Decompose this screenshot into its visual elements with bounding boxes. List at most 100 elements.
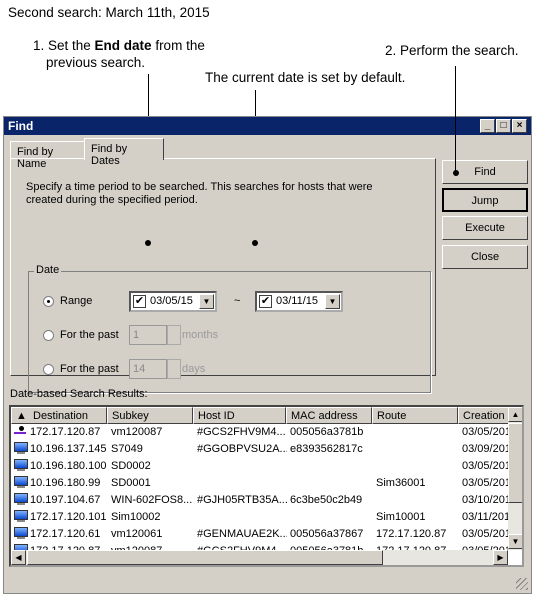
jump-button[interactable]: Jump	[442, 188, 528, 212]
table-row[interactable]: 172.17.120.101 Sim10002 Sim10001 03/11/201	[11, 509, 511, 526]
description: Specify a time period to be searched. Th…	[26, 181, 373, 206]
table-cell: #GGOBPVSU2A...	[197, 443, 287, 455]
column-header[interactable]: Route	[372, 407, 458, 424]
computer-icon	[14, 527, 29, 540]
computer-icon	[14, 459, 29, 472]
table-row[interactable]: 10.197.104.67 WIN-602FOS8... #GJH05RTB35A.…	[11, 492, 511, 509]
column-header[interactable]: MAC address	[286, 407, 372, 424]
table-cell: S7049	[111, 443, 143, 455]
horizontal-scroll-thumb[interactable]	[27, 550, 383, 565]
table-row[interactable]: 10.196.137.145 S7049 #GGOBPVSU2A... e839356…	[11, 441, 511, 458]
title-bar: Find _ □ ×	[4, 117, 531, 135]
vertical-scroll-thumb[interactable]	[508, 423, 522, 503]
table-cell: 172.17.120.87	[30, 426, 101, 438]
table-cell: 03/11/201	[462, 511, 508, 523]
table-cell: 10.196.180.100	[30, 460, 107, 472]
step1-annotation: 1. Set the End date from the	[33, 38, 205, 53]
end-date-picker[interactable]: ✔ 03/11/15 ▼	[255, 291, 343, 312]
table-cell: 10.197.104.67	[30, 494, 101, 506]
start-date-picker[interactable]: ✔ 03/05/15 ▼	[129, 291, 217, 312]
months-unit: months	[182, 329, 219, 341]
table-cell: 03/10/201	[462, 494, 508, 506]
range-label: Range	[60, 295, 93, 307]
resize-grip[interactable]	[516, 578, 528, 590]
end-date-checkbox[interactable]: ✔	[259, 295, 272, 308]
computer-icon	[14, 442, 29, 455]
table-cell: 03/05/201	[462, 528, 508, 540]
table-cell: 03/05/201	[462, 426, 508, 438]
find-label: Find	[474, 166, 496, 178]
callout-dot	[252, 240, 258, 246]
close-window-button[interactable]: ×	[512, 119, 527, 133]
table-cell: 03/05/201	[462, 460, 508, 472]
results-table: ▲ Destination Subkey Host ID MAC address…	[9, 405, 524, 567]
scroll-right-button[interactable]: ▶	[493, 550, 508, 565]
column-header[interactable]: Subkey	[107, 407, 193, 424]
maximize-button[interactable]: □	[496, 119, 511, 133]
table-cell: vm120087	[111, 426, 163, 438]
results-label: Date-based Search Results:	[10, 388, 148, 400]
default-note: The current date is set by default.	[205, 70, 406, 85]
window-title: Find	[8, 119, 34, 133]
table-row[interactable]: 10.196.180.100 SD0002 03/05/201	[11, 458, 511, 475]
horizontal-scrollbar[interactable]: ◀ ▶	[11, 550, 508, 565]
tab-find-by-dates[interactable]: Find by Dates	[84, 138, 164, 167]
scroll-down-button[interactable]: ▼	[508, 534, 522, 549]
days-spinner[interactable]	[167, 359, 181, 379]
find-window: Find _ □ × Find by Name Find by Dates Sp…	[3, 116, 532, 594]
days-unit: days	[182, 363, 206, 375]
table-cell: e8393562817c	[290, 443, 363, 455]
column-header[interactable]: Host ID	[193, 407, 286, 424]
date-group-label: Date	[34, 264, 62, 276]
table-cell: 172.17.120.87	[376, 528, 447, 540]
past-days-radio[interactable]	[43, 364, 54, 375]
table-cell: #GENMAUAE2K...	[197, 528, 287, 540]
scroll-left-button[interactable]: ◀	[11, 550, 26, 565]
table-cell: #GCS2FHV9M4...	[197, 426, 286, 438]
minimize-button[interactable]: _	[480, 119, 495, 133]
scroll-up-button[interactable]: ▲	[508, 407, 522, 422]
computer-icon	[14, 476, 29, 489]
table-row[interactable]: 172.17.120.61 vm120061 #GENMAUAE2K... 00505…	[11, 526, 511, 543]
step1-bold: End date	[94, 38, 152, 53]
start-date-checkbox[interactable]: ✔	[133, 295, 146, 308]
table-cell: #GJH05RTB35A...	[197, 494, 287, 506]
table-cell: 172.17.120.61	[30, 528, 101, 540]
table-row[interactable]: 172.17.120.87 vm120087 #GCS2FHV9M4... 00505…	[11, 424, 511, 441]
table-cell: Sim10001	[376, 511, 426, 523]
table-cell: 03/05/201	[462, 477, 508, 489]
months-input[interactable]: 1	[129, 325, 167, 345]
end-date-value: 03/11/15	[276, 295, 319, 307]
column-header[interactable]: ▲ Destination	[11, 407, 107, 424]
step2-annotation: 2. Perform the search.	[385, 43, 519, 58]
table-cell: vm120061	[111, 528, 163, 540]
table-cell: 005056a37867	[290, 528, 364, 540]
tab-find-by-name[interactable]: Find by Name	[10, 141, 85, 170]
table-cell: SD0002	[111, 460, 151, 472]
start-date-value: 03/05/15	[150, 295, 193, 307]
days-input[interactable]: 14	[129, 359, 167, 379]
close-button[interactable]: Close	[442, 245, 528, 269]
chevron-down-icon[interactable]: ▼	[325, 294, 340, 309]
table-cell: Sim36001	[376, 477, 426, 489]
execute-button[interactable]: Execute	[442, 216, 528, 240]
table-cell: 10.196.137.145	[30, 443, 107, 455]
chevron-down-icon[interactable]: ▼	[199, 294, 214, 309]
vertical-scrollbar[interactable]: ▲ ▼	[508, 407, 522, 550]
step1-annotation-line2: previous search.	[46, 55, 146, 70]
table-cell: 172.17.120.101	[30, 511, 107, 523]
network-node-icon	[14, 425, 29, 438]
range-radio[interactable]	[43, 296, 54, 307]
tab-panel: Specify a time period to be searched. Th…	[10, 158, 436, 393]
callout-line	[455, 66, 456, 172]
heading: Second search: March 11th, 2015	[8, 5, 210, 20]
step1-suffix: from the	[151, 38, 205, 53]
past-months-radio[interactable]	[43, 330, 54, 341]
date-group: Date Range ✔ 03/05/15 ▼ ~ ✔ 03/11/15 ▼ F…	[28, 264, 431, 393]
past-months-label: For the past	[60, 329, 119, 341]
months-spinner[interactable]	[167, 325, 181, 345]
table-row[interactable]: 10.196.180.99 SD0001 Sim36001 03/05/201	[11, 475, 511, 492]
computer-icon	[14, 510, 29, 523]
callout-dot	[453, 170, 459, 176]
range-separator: ~	[234, 295, 241, 307]
